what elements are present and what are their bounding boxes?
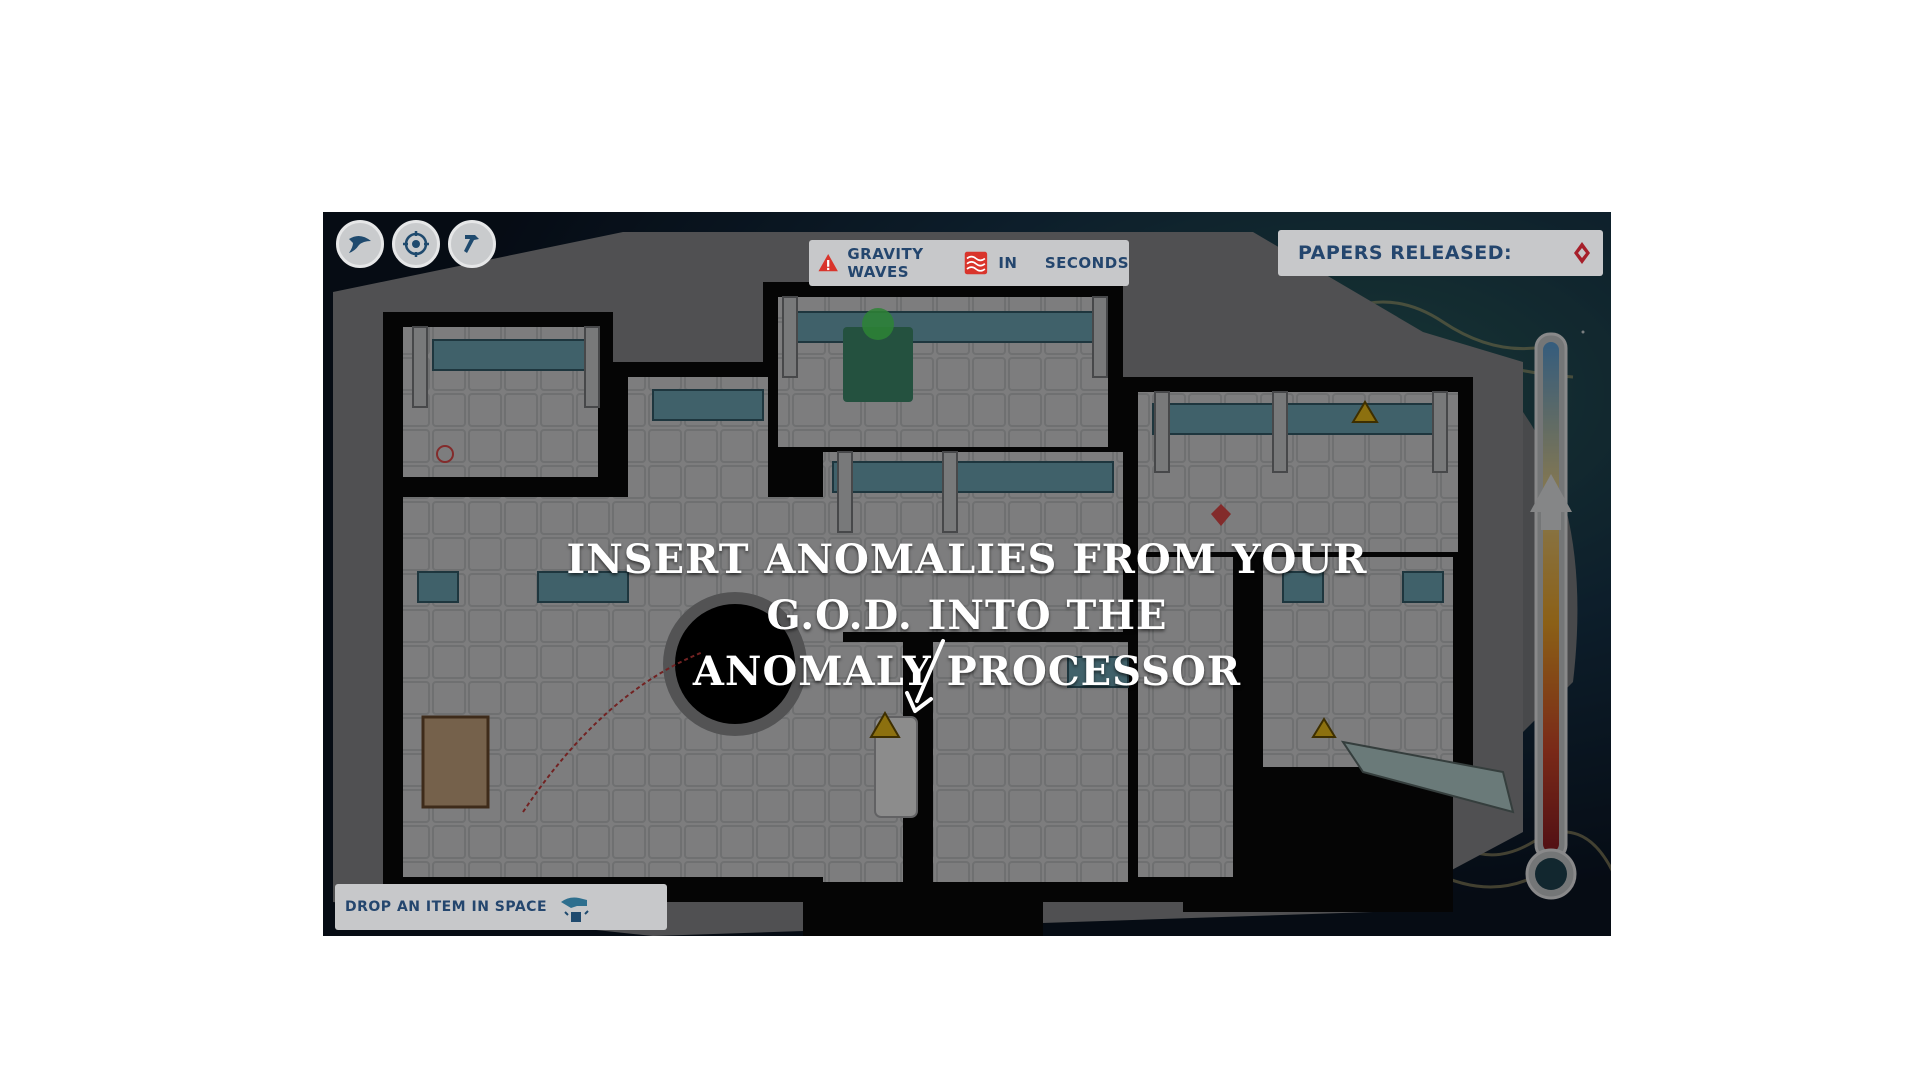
papers-released-label: PAPERS RELEASED: (1298, 242, 1513, 264)
gravity-meter (1516, 324, 1576, 904)
tutorial-line-1: INSERT ANOMALIES FROM YOUR G.O.D. INTO T… (566, 536, 1368, 639)
hammer-icon (464, 235, 479, 253)
compass-tool-button[interactable] (392, 220, 440, 268)
gravity-waves-banner: GRAVITY WAVES IN SECONDS (809, 240, 1129, 286)
hammer-tool-button[interactable] (448, 220, 496, 268)
warning-icon (818, 254, 838, 272)
compass-icon (403, 231, 429, 257)
tutorial-line-2: ANOMALY PROCESSOR (692, 648, 1242, 695)
drop-item-button[interactable]: DROP AN ITEM IN SPACE (335, 884, 667, 930)
tutorial-arrow-icon (905, 639, 945, 713)
hazard-in-label: IN (998, 254, 1018, 272)
wing-icon (349, 235, 371, 253)
hand-drop-icon (561, 897, 589, 922)
game-viewport[interactable]: GRAVITY WAVES IN SECONDS PAPERS RELEASED… (323, 212, 1611, 936)
gravity-wave-icon (965, 251, 988, 275)
hazard-seconds-label: SECONDS (1044, 254, 1129, 272)
hazard-label: GRAVITY WAVES (847, 245, 924, 281)
wing-tool-button[interactable] (336, 220, 384, 268)
diamond-icon (1574, 242, 1591, 264)
tutorial-message: INSERT ANOMALIES FROM YOUR G.O.D. INTO T… (563, 532, 1371, 700)
drop-item-label: DROP AN ITEM IN SPACE (345, 899, 548, 915)
papers-released-banner: PAPERS RELEASED: (1278, 230, 1603, 276)
